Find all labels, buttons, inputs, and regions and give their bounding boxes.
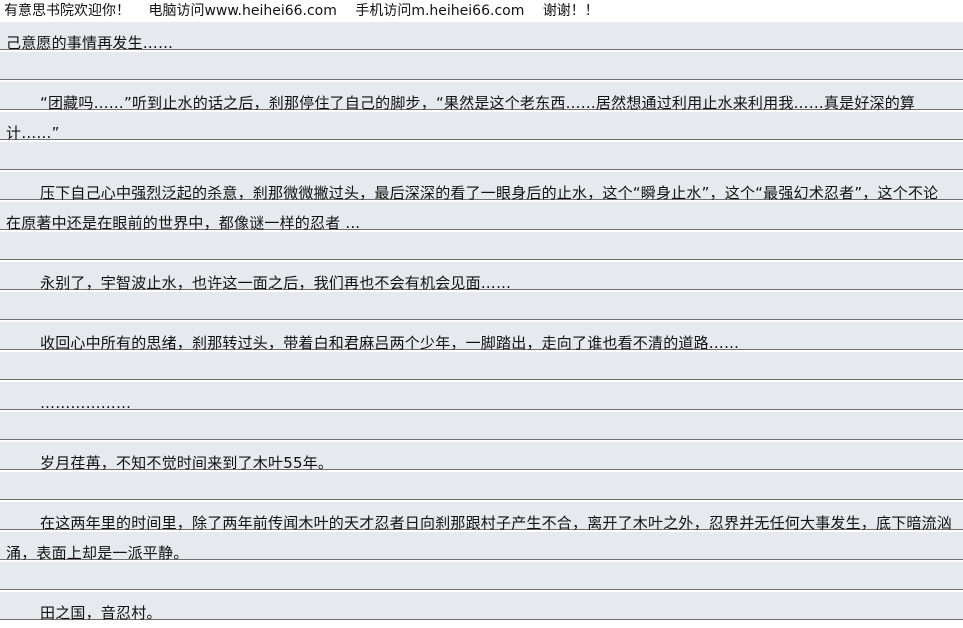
ruled-page: 有意思书院欢迎你！ 电脑访问www.heihei66.com 手机访问m.hei… xyxy=(0,0,963,622)
paragraph: 收回心中所有的思绪，刹那转过头，带着白和君麻吕两个少年，一脚踏出，走向了谁也看不… xyxy=(40,334,740,352)
paragraph: “团藏吗……”听到止水的话之后，刹那停住了自己的脚步，“果然是这个老东西……居然… xyxy=(6,94,916,142)
banner-welcome: 有意思书院欢迎你！ xyxy=(4,3,130,19)
paragraph: 永别了，宇智波止水，也许这一面之后，我们再也不会有机会见面…… xyxy=(40,274,512,292)
chapter-text: 己意愿的事情再发生…… “团藏吗……”听到止水的话之后，刹那停住了自己的脚步，“… xyxy=(6,28,952,628)
paragraph: 在这两年里的时间里，除了两年前传闻木叶的天才忍者日向刹那跟村子产生不合，离开了木… xyxy=(6,514,953,562)
banner-thanks: 谢谢！！ xyxy=(542,3,599,19)
paragraph: 己意愿的事情再发生…… xyxy=(6,34,174,52)
paragraph: 压下自己心中强烈泛起的杀意，刹那微微撇过头，最后深深的看了一眼身后的止水，这个“… xyxy=(6,184,939,232)
paragraph: ……………… xyxy=(40,394,132,412)
paragraph: 岁月荏苒，不知不觉时间来到了木叶55年。 xyxy=(40,454,334,472)
banner-pc-link[interactable]: 电脑访问www.heihei66.com xyxy=(148,3,336,19)
site-banner: 有意思书院欢迎你！ 电脑访问www.heihei66.com 手机访问m.hei… xyxy=(0,0,963,22)
paragraph: 田之国，音忍村。 xyxy=(40,604,162,622)
banner-mobile-link[interactable]: 手机访问m.heihei66.com xyxy=(355,3,524,19)
